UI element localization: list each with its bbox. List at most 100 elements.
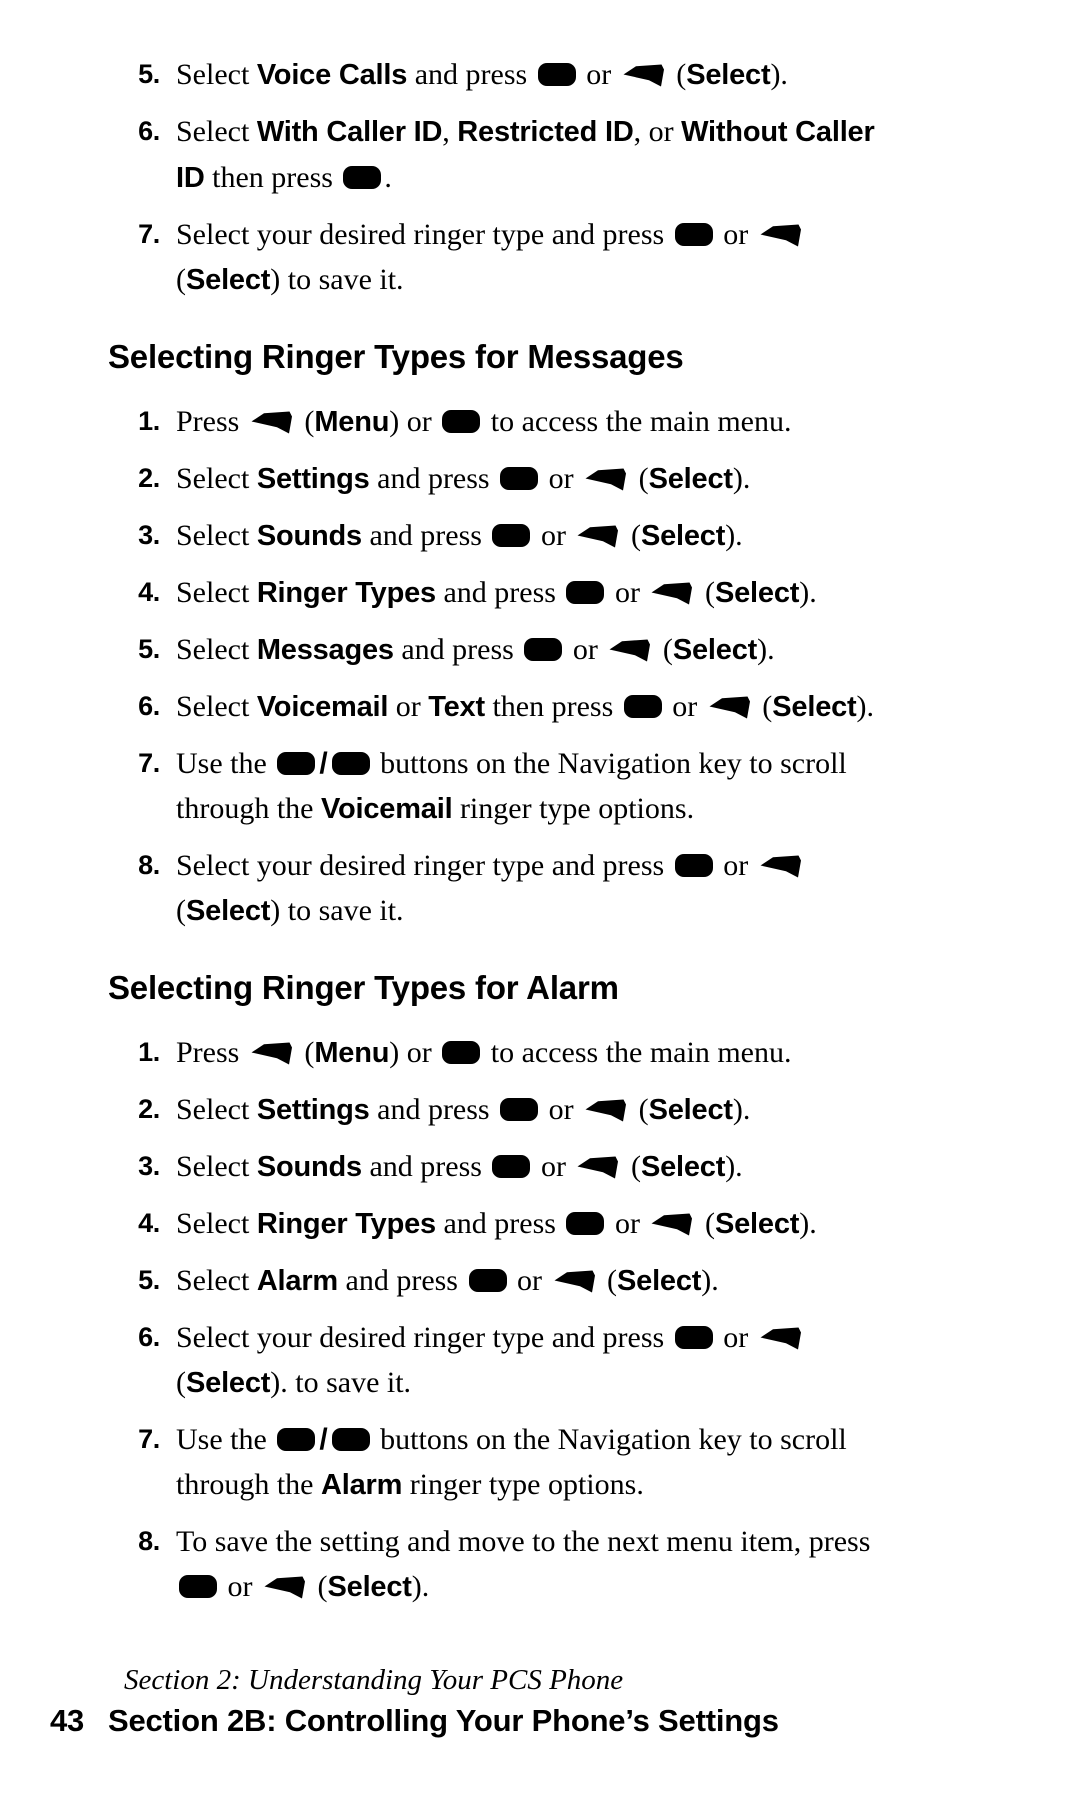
ui-term: Select — [648, 463, 733, 495]
step-text-run: Select your desired ringer type and pres… — [176, 218, 672, 251]
step-text-run: and press — [407, 58, 535, 91]
step-text-run: ). — [725, 1150, 743, 1183]
step-item: 1. Press (Menu) or to access the main men… — [0, 399, 1080, 445]
softkey-icon — [585, 1098, 627, 1123]
heading-alarm-wrap: Selecting Ringer Types for Alarm — [0, 968, 1080, 1008]
step-text: Select Settings and press or (Select). — [176, 456, 1080, 502]
step-text-run: ). — [799, 1207, 817, 1240]
ui-term: Select — [714, 1208, 800, 1240]
step-text-run: ). — [411, 1570, 430, 1603]
step-text-run: and press — [338, 1264, 466, 1297]
continued-steps-list: 5. Select Voice Calls and press or (Selec… — [0, 52, 1080, 303]
step-number: 7. — [138, 1424, 160, 1454]
ui-term: Alarm — [320, 1469, 403, 1501]
step-item: 1. Press (Menu) or to access the main men… — [0, 1030, 1080, 1076]
softkey-icon — [585, 467, 627, 492]
ui-term: Menu — [314, 406, 390, 438]
ui-term: Select — [186, 1367, 271, 1399]
ui-term: Menu — [314, 1037, 390, 1069]
step-text-run: ) to save it. — [270, 894, 404, 927]
ok-key-icon — [566, 581, 605, 604]
step-number: 6. — [138, 1322, 160, 1352]
step-text: Select Sounds and press or (Select). — [176, 1144, 1080, 1190]
softkey-icon — [264, 1575, 306, 1600]
step-text-run: ) or — [389, 1036, 440, 1069]
step-text-run: and press — [435, 576, 564, 609]
step-number: 2. — [138, 463, 160, 493]
ui-term: Voice Calls — [256, 59, 408, 91]
step-text-run: then press — [484, 690, 621, 723]
ui-term: Voicemail — [256, 691, 389, 723]
ok-key-icon — [674, 223, 713, 246]
step-text-run: To save the setting and move to the next… — [176, 1525, 871, 1558]
step-number: 4. — [138, 577, 160, 607]
step-item: 4. Select Ringer Types and press or (Sele… — [0, 570, 1080, 616]
ok-key-icon — [566, 1212, 605, 1235]
step-item: 7. Use the / buttons on the Navigation ke… — [0, 1417, 1080, 1508]
ok-key-icon — [537, 63, 576, 86]
step-text-run: ). — [701, 1264, 719, 1297]
step-text-run: or — [664, 690, 705, 723]
step-text-run: and press — [369, 1093, 498, 1126]
ui-term: With Caller ID — [256, 116, 443, 148]
step-text-run: ( — [697, 576, 715, 609]
softkey-icon — [577, 524, 619, 549]
step-text-run: ) to save it. — [270, 263, 404, 296]
step-text-run: or — [565, 633, 606, 666]
step-item: 6. Select your desired ringer type and pr… — [0, 1315, 1080, 1406]
step-text: Select your desired ringer type and pres… — [176, 843, 1080, 934]
step-item: 6. Select Voicemail or Text then press or… — [0, 684, 1080, 730]
step-text-run: or — [388, 690, 429, 723]
ok-key-icon — [179, 1575, 217, 1598]
step-text-run: ( — [599, 1264, 617, 1297]
step-text-run: or — [533, 1150, 574, 1183]
ui-term: Select — [640, 1151, 726, 1183]
step-item: 5. Select Alarm and press or (Select). — [0, 1258, 1080, 1304]
ok-key-icon — [674, 1326, 713, 1349]
step-text-run: or — [715, 218, 756, 251]
step-text-run: and press — [361, 519, 490, 552]
softkey-icon — [651, 1212, 693, 1237]
step-text-run: and press — [361, 1150, 490, 1183]
step-number: 7. — [138, 748, 160, 778]
step-number: 4. — [138, 1208, 160, 1238]
step-number: 8. — [138, 1526, 160, 1556]
ok-key-icon — [623, 695, 662, 718]
step-text-run: ). — [770, 58, 788, 91]
step-text-run: or — [607, 1207, 648, 1240]
heading-selecting-ringer-types-alarm: Selecting Ringer Types for Alarm — [108, 969, 619, 1006]
step-item: 2. Select Settings and press or (Select). — [0, 1087, 1080, 1133]
step-text-run: Select your desired ringer type and pres… — [176, 1321, 672, 1354]
step-number: 1. — [138, 406, 160, 436]
step-text-run: and press — [435, 1207, 564, 1240]
ui-term: Select — [617, 1265, 702, 1297]
ok-key-icon — [492, 1155, 531, 1178]
step-text: Select your desired ringer type and pres… — [176, 1315, 1080, 1406]
ui-term: Text — [428, 691, 485, 723]
step-text-run: Select — [176, 1264, 257, 1297]
step-text-run: Select — [176, 115, 257, 148]
step-number: 5. — [138, 634, 160, 664]
softkey-icon — [760, 223, 802, 248]
step-text-run: Select your desired ringer type and pres… — [176, 849, 672, 882]
step-text-run: Select — [176, 1150, 257, 1183]
step-text-run: ( — [754, 690, 773, 723]
ok-key-icon — [442, 1041, 481, 1064]
step-item: 7. Use the / buttons on the Navigation ke… — [0, 741, 1080, 832]
step-text-run: Press — [176, 405, 247, 438]
step-text-run: Select — [176, 519, 257, 552]
step-number: 3. — [138, 1151, 160, 1181]
step-text-run: ( — [623, 519, 641, 552]
step-text-run: Select — [176, 462, 257, 495]
step-text-run: Select — [176, 58, 257, 91]
step-text: Select Voicemail or Text then press or (… — [176, 684, 1080, 730]
ui-term: Messages — [256, 634, 394, 666]
step-text-run: ). — [732, 1093, 751, 1126]
step-text-run: or — [578, 58, 619, 91]
step-text-run: to access the main menu. — [483, 1036, 792, 1069]
step-text-run: ( — [176, 1366, 186, 1399]
step-text-run: ). — [725, 519, 743, 552]
step-text-run: , or — [633, 115, 682, 148]
step-item: 5. Select Voice Calls and press or (Selec… — [0, 52, 1080, 98]
ok-key-icon — [500, 467, 539, 490]
